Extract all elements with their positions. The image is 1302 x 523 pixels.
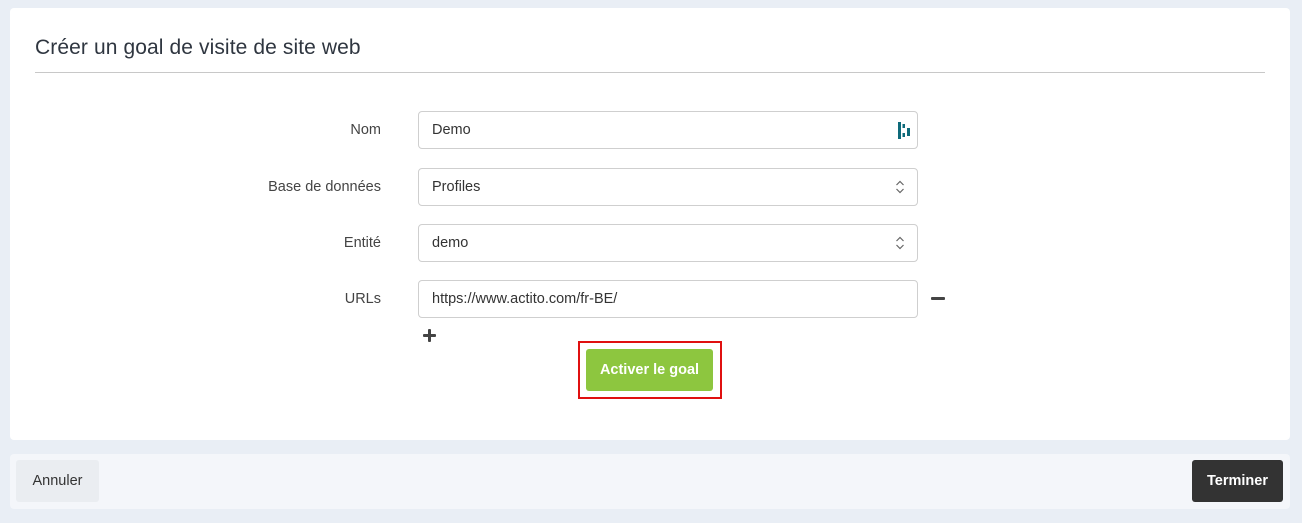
url-value: https://www.actito.com/fr-BE/ — [432, 291, 618, 307]
select-arrows-icon — [896, 180, 904, 194]
dialog-footer: Annuler Terminer — [10, 454, 1290, 509]
select-arrows-icon — [896, 236, 904, 250]
entity-select[interactable]: demo — [418, 224, 918, 262]
entity-selected-value: demo — [432, 235, 469, 251]
name-value: Demo — [432, 122, 471, 138]
password-manager-icon[interactable] — [898, 122, 912, 139]
finish-button[interactable]: Terminer — [1192, 460, 1283, 502]
database-selected-value: Profiles — [432, 179, 481, 195]
entity-label: Entité — [343, 235, 381, 251]
url-input[interactable]: https://www.actito.com/fr-BE/ — [418, 280, 918, 318]
page-title: Créer un goal de visite de site web — [35, 36, 361, 59]
database-label: Base de données — [268, 179, 381, 195]
cancel-button[interactable]: Annuler — [16, 460, 99, 502]
name-label: Nom — [350, 122, 381, 138]
activate-goal-button[interactable]: Activer le goal — [586, 349, 713, 391]
database-select[interactable]: Profiles — [418, 168, 918, 206]
remove-url-button[interactable] — [930, 295, 946, 301]
minus-icon — [931, 296, 945, 300]
title-divider — [35, 72, 1265, 73]
urls-label: URLs — [344, 291, 381, 307]
goal-dialog-card: Créer un goal de visite de site web Nom … — [10, 8, 1290, 440]
add-url-button[interactable] — [423, 328, 437, 342]
name-input[interactable]: Demo — [418, 111, 918, 149]
